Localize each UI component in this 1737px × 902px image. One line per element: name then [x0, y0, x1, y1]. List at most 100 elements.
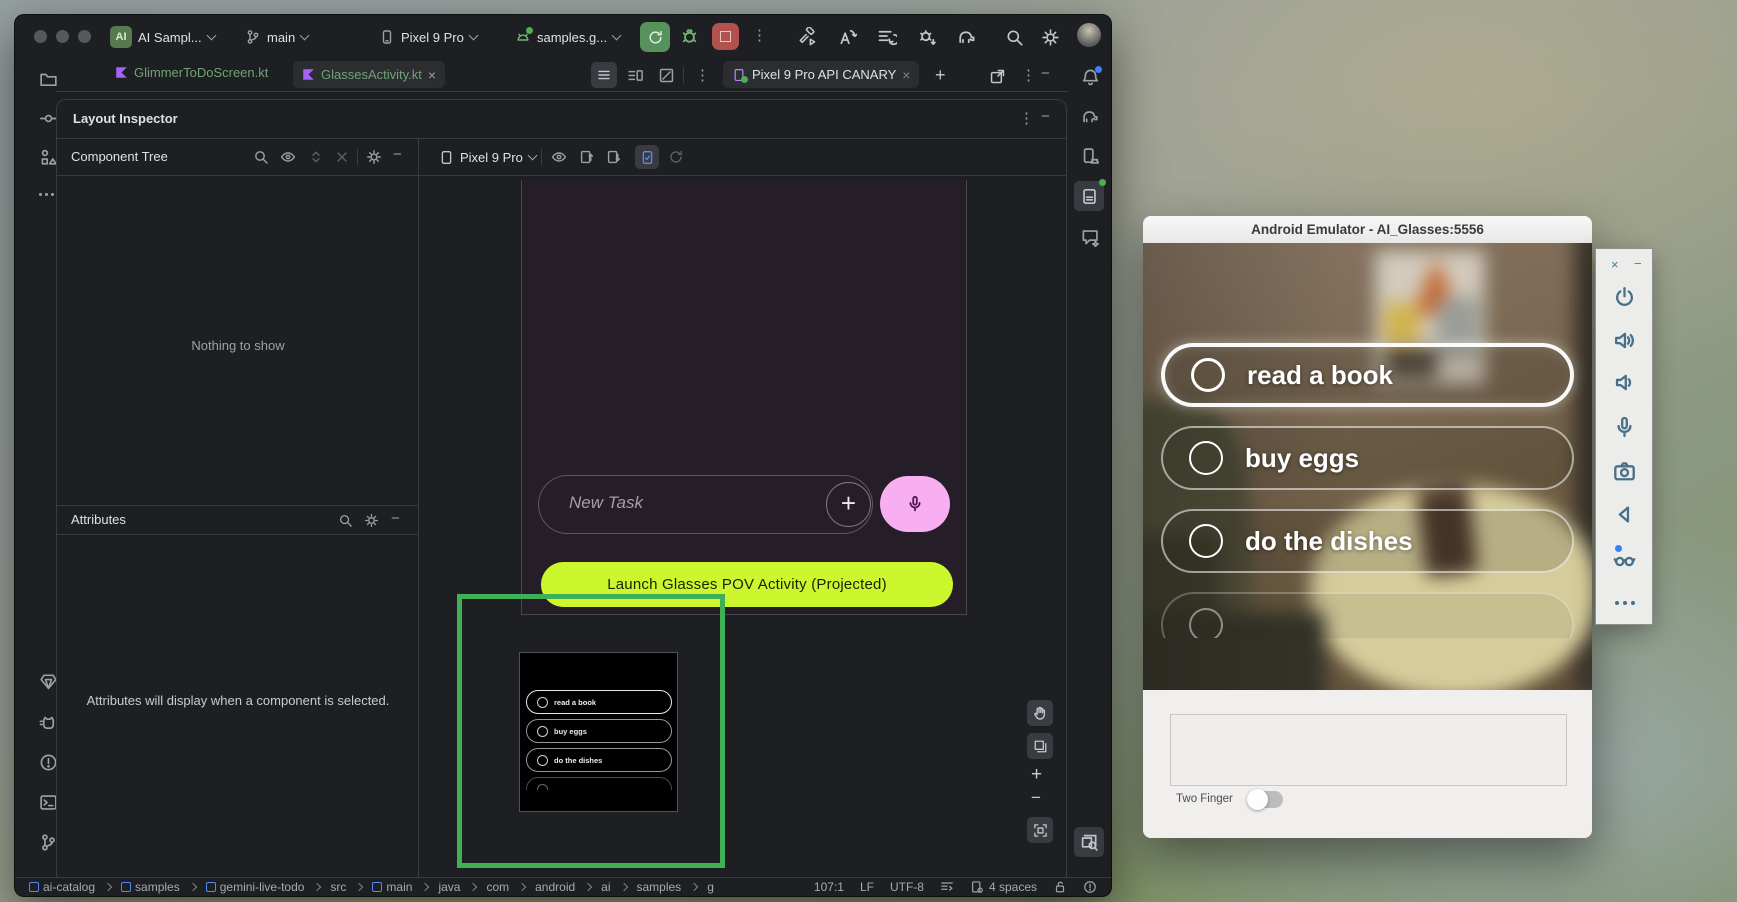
debug-button[interactable]	[679, 26, 700, 47]
radio-circle-icon[interactable]	[1189, 441, 1223, 475]
zoom-out-button[interactable]: −	[1031, 788, 1041, 808]
breadcrumb-item[interactable]: ai-catalog	[29, 880, 95, 894]
more-options-icon[interactable]	[1615, 601, 1635, 605]
gemini-tool-icon[interactable]	[1081, 228, 1100, 247]
window-close-button[interactable]	[34, 30, 47, 43]
notifications-icon[interactable]	[1081, 68, 1100, 87]
collapse-all-icon[interactable]	[334, 149, 350, 165]
touchpad-area[interactable]	[1170, 714, 1567, 786]
file-encoding[interactable]: UTF-8	[890, 880, 924, 894]
mic-icon[interactable]	[1613, 416, 1636, 439]
rerun-button[interactable]	[640, 22, 670, 52]
panel-more-icon[interactable]: ⋮	[1021, 68, 1036, 83]
glasses-mode-icon[interactable]	[1613, 548, 1636, 571]
volume-up-icon[interactable]	[1613, 329, 1636, 352]
device-selector-widget[interactable]: Pixel 9 Pro	[379, 23, 477, 51]
voice-input-button[interactable]	[880, 476, 950, 532]
camera-icon[interactable]	[1613, 460, 1636, 483]
attributes-gear-icon[interactable]	[364, 513, 379, 528]
breadcrumb-item[interactable]: ai	[601, 880, 610, 894]
breadcrumb-item[interactable]: gemini-live-todo	[206, 880, 305, 894]
user-avatar[interactable]	[1077, 23, 1101, 47]
profiler-icon[interactable]	[877, 27, 897, 47]
hide-attributes-icon[interactable]: −	[391, 510, 400, 527]
breadcrumb-item[interactable]: samples	[121, 880, 180, 894]
run-config-widget[interactable]: samples.g...	[515, 23, 620, 51]
breadcrumb-item[interactable]: g	[707, 880, 714, 894]
running-device-tab[interactable]: Pixel 9 Pro API CANARY ×	[723, 61, 919, 88]
hide-panel-icon[interactable]: −	[1041, 65, 1050, 82]
zoom-fit-button[interactable]	[1027, 817, 1053, 843]
add-task-button[interactable]: +	[826, 482, 871, 527]
caret-position[interactable]: 107:1	[814, 880, 844, 894]
indent-settings-icon[interactable]	[940, 880, 954, 894]
todo-item-focused[interactable]: read a book	[1161, 343, 1574, 407]
settings-gear-icon[interactable]	[1041, 28, 1060, 47]
view-options-eye-icon[interactable]	[551, 149, 567, 165]
search-icon[interactable]	[338, 513, 353, 528]
todo-item[interactable]: do the dishes	[1161, 509, 1574, 573]
more-actions-icon[interactable]: ⋮	[752, 28, 767, 43]
tree-settings-gear-icon[interactable]	[366, 149, 382, 165]
vcs-branch-widget[interactable]: main	[245, 23, 308, 51]
gradle-sync-icon[interactable]	[957, 27, 977, 47]
window-minimize-button[interactable]	[56, 30, 69, 43]
close-tab-icon[interactable]: ×	[428, 68, 436, 82]
window-zoom-button[interactable]	[78, 30, 91, 43]
search-icon[interactable]	[1005, 28, 1024, 47]
new-task-input[interactable]: New Task +	[538, 475, 873, 534]
indent-widget[interactable]: 4 spaces	[970, 880, 1037, 894]
power-button-icon[interactable]	[1613, 285, 1636, 308]
add-device-tab-icon[interactable]: +	[935, 65, 946, 86]
breadcrumb-item[interactable]: samples	[637, 880, 682, 894]
tab-glasses-activity[interactable]: GlassesActivity.kt ×	[293, 61, 445, 88]
view-options-eye-icon[interactable]	[280, 149, 296, 165]
unlock-icon[interactable]	[1053, 880, 1067, 894]
breadcrumb-item[interactable]: java	[438, 880, 460, 894]
more-tools-icon[interactable]	[39, 193, 54, 196]
stop-button[interactable]	[712, 23, 739, 50]
error-indicator-icon[interactable]	[1083, 880, 1097, 894]
expand-all-icon[interactable]	[308, 149, 324, 165]
two-finger-toggle[interactable]	[1249, 791, 1283, 808]
tab-glimmer-todo-screen[interactable]: GlimmerToDoScreen.kt	[115, 65, 268, 80]
editor-more-icon[interactable]: ⋮	[695, 68, 710, 83]
volume-down-icon[interactable]	[1613, 371, 1636, 394]
build-run-icon[interactable]	[797, 27, 817, 47]
search-icon[interactable]	[253, 149, 269, 165]
live-updates-toggle-icon[interactable]	[635, 145, 659, 169]
process-selector[interactable]: Pixel 9 Pro	[439, 138, 536, 176]
radio-circle-icon[interactable]	[1191, 358, 1225, 392]
breadcrumb-item[interactable]: com	[486, 880, 509, 894]
device-render-view[interactable]: New Task + Launch Glasses POV Activity (…	[419, 176, 1067, 877]
back-button-icon[interactable]	[1613, 503, 1636, 526]
todo-item[interactable]: buy eggs	[1161, 426, 1574, 490]
panel-more-icon[interactable]: ⋮	[1019, 111, 1034, 126]
close-tab-icon[interactable]: ×	[902, 68, 910, 82]
gradle-tool-icon[interactable]	[1081, 107, 1100, 126]
close-icon[interactable]: ×	[1611, 257, 1619, 272]
hide-tree-icon[interactable]: −	[393, 146, 402, 163]
layers-mode-button[interactable]	[1027, 733, 1053, 759]
snapshot-export-icon[interactable]	[579, 149, 595, 165]
line-ending[interactable]: LF	[860, 880, 874, 894]
debug-attach-icon[interactable]	[917, 27, 937, 47]
pan-tool-button[interactable]	[1027, 700, 1053, 726]
breadcrumb-item[interactable]: main	[372, 880, 412, 894]
device-manager-tool-icon[interactable]	[1081, 147, 1100, 166]
open-in-window-icon[interactable]	[989, 68, 1006, 85]
project-widget[interactable]: AI AI Sampl...	[110, 23, 215, 51]
editor-design-view-icon[interactable]	[658, 67, 675, 84]
snapshot-import-icon[interactable]	[606, 149, 622, 165]
editor-list-view-icon[interactable]	[591, 62, 617, 88]
emulator-screen[interactable]: read a book buy eggs do the dishes	[1143, 243, 1592, 690]
breadcrumb-item[interactable]: android	[535, 880, 575, 894]
project-tool-icon[interactable]	[39, 70, 58, 89]
hide-panel-icon[interactable]: −	[1041, 108, 1050, 125]
radio-circle-icon[interactable]	[1189, 524, 1223, 558]
layout-inspector-toggle-icon[interactable]	[1074, 827, 1104, 857]
refresh-icon[interactable]	[668, 149, 684, 165]
editor-split-view-icon[interactable]	[627, 67, 644, 84]
code-reformat-icon[interactable]	[837, 27, 857, 47]
minimize-icon[interactable]: −	[1634, 256, 1642, 271]
